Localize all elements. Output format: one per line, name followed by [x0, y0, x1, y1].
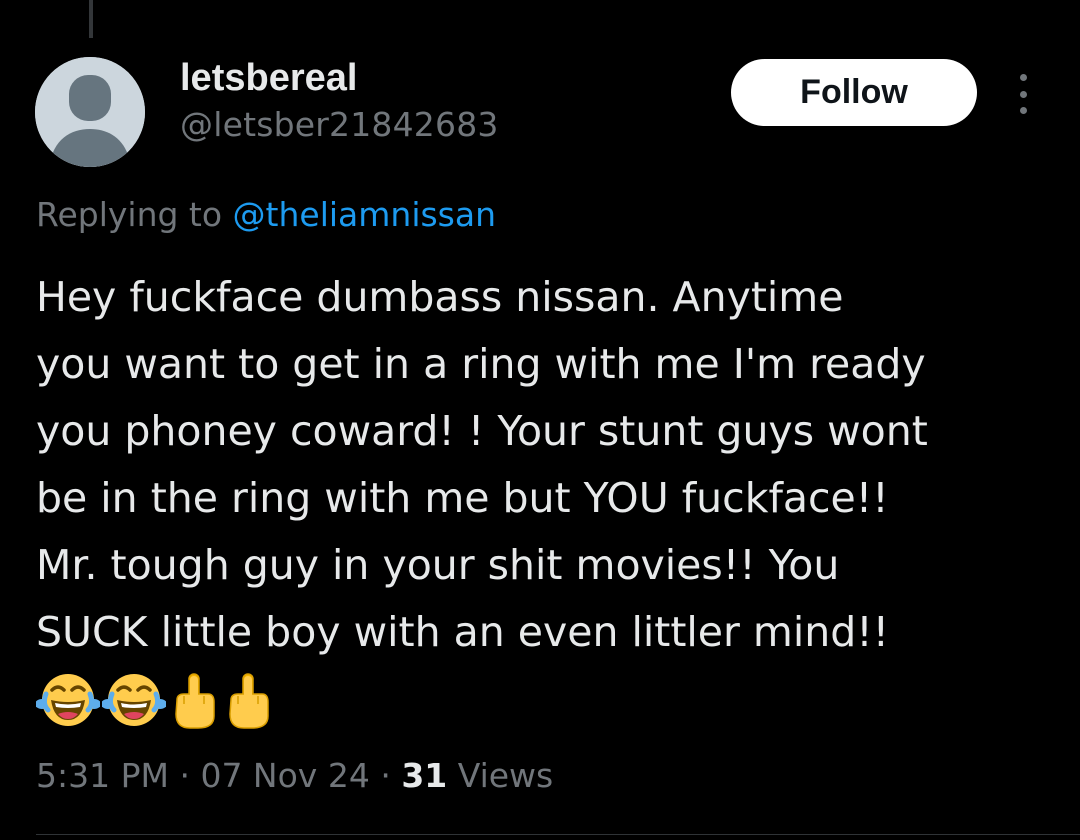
- more-vertical-icon: [1019, 74, 1027, 81]
- more-options-button[interactable]: [1008, 74, 1038, 114]
- follow-button[interactable]: Follow: [731, 59, 977, 126]
- author-handle[interactable]: @letsber21842683: [180, 104, 499, 146]
- tweet-time[interactable]: 5:31 PM: [36, 756, 169, 795]
- author-display-name[interactable]: letsbereal: [180, 56, 357, 100]
- meta-separator: ·: [168, 756, 201, 795]
- reply-mention-link[interactable]: @theliamnissan: [233, 195, 496, 234]
- tweet-date[interactable]: 07 Nov 24: [200, 756, 369, 795]
- tweet-emoji-row: [36, 668, 276, 732]
- more-vertical-icon-dot: [1019, 107, 1027, 114]
- divider: [36, 834, 1080, 835]
- tweet-text: Hey fuckface dumbass nissan. Anytime you…: [36, 273, 928, 656]
- views-count: 31: [401, 756, 448, 795]
- tears-of-joy-emoji-icon: [102, 668, 168, 732]
- reply-context: Replying to @theliamnissan: [36, 193, 496, 237]
- middle-finger-emoji-icon: [222, 668, 276, 732]
- middle-finger-emoji-icon: [168, 668, 222, 732]
- reply-context-prefix: Replying to: [36, 195, 233, 234]
- tears-of-joy-emoji-icon: [36, 668, 102, 732]
- views-label: Views: [447, 756, 554, 795]
- thread-connector-line: [89, 0, 93, 38]
- meta-separator: ·: [369, 756, 402, 795]
- avatar[interactable]: [35, 57, 145, 167]
- default-avatar-icon: [35, 57, 145, 167]
- more-vertical-icon-dot: [1019, 90, 1027, 98]
- tweet-meta: 5:31 PM · 07 Nov 24 · 31 Views: [36, 754, 553, 798]
